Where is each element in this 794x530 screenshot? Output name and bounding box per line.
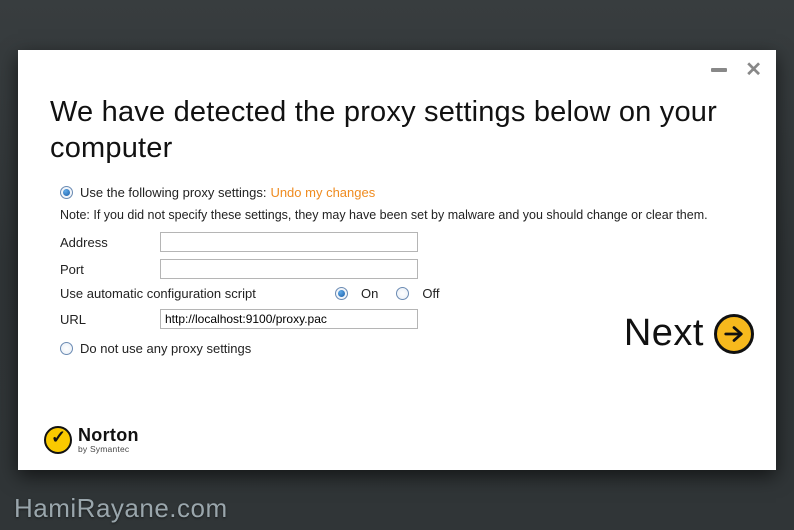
address-row: Address bbox=[60, 232, 744, 252]
settings-note: Note: If you did not specify these setti… bbox=[60, 208, 744, 222]
logo-subtext: by Symantec bbox=[78, 445, 139, 454]
auto-script-off-radio[interactable] bbox=[396, 287, 409, 300]
arrow-right-icon bbox=[714, 314, 754, 354]
auto-script-on-radio[interactable] bbox=[335, 287, 348, 300]
no-proxy-label: Do not use any proxy settings bbox=[80, 341, 251, 356]
address-input[interactable] bbox=[160, 232, 418, 252]
auto-script-off-label: Off bbox=[422, 286, 439, 301]
app-backdrop: ✕ We have detected the proxy settings be… bbox=[0, 0, 794, 530]
port-input[interactable] bbox=[160, 259, 418, 279]
page-title: We have detected the proxy settings belo… bbox=[50, 94, 744, 167]
auto-script-row: Use automatic configuration script On Of… bbox=[60, 286, 744, 301]
url-input[interactable] bbox=[160, 309, 418, 329]
url-label: URL bbox=[60, 312, 160, 327]
use-proxy-label: Use the following proxy settings: bbox=[80, 185, 266, 200]
next-button[interactable]: Next bbox=[624, 312, 754, 355]
no-proxy-radio[interactable] bbox=[60, 342, 73, 355]
undo-changes-link[interactable]: Undo my changes bbox=[270, 185, 375, 200]
auto-script-on-label: On bbox=[361, 286, 378, 301]
checkmark-icon bbox=[44, 426, 72, 454]
auto-script-label: Use automatic configuration script bbox=[60, 286, 335, 301]
next-button-label: Next bbox=[624, 312, 704, 355]
titlebar-controls: ✕ bbox=[711, 60, 762, 80]
port-label: Port bbox=[60, 262, 160, 277]
use-proxy-option[interactable]: Use the following proxy settings: Undo m… bbox=[60, 185, 744, 200]
address-label: Address bbox=[60, 235, 160, 250]
use-proxy-radio[interactable] bbox=[60, 186, 73, 199]
port-row: Port bbox=[60, 259, 744, 279]
brand-logo: Norton by Symantec bbox=[44, 426, 139, 454]
minimize-icon[interactable] bbox=[711, 68, 727, 72]
close-icon[interactable]: ✕ bbox=[745, 60, 762, 80]
dialog-window: ✕ We have detected the proxy settings be… bbox=[18, 50, 776, 470]
watermark-text: HamiRayane.com bbox=[14, 493, 228, 524]
logo-brand-text: Norton bbox=[78, 426, 139, 444]
